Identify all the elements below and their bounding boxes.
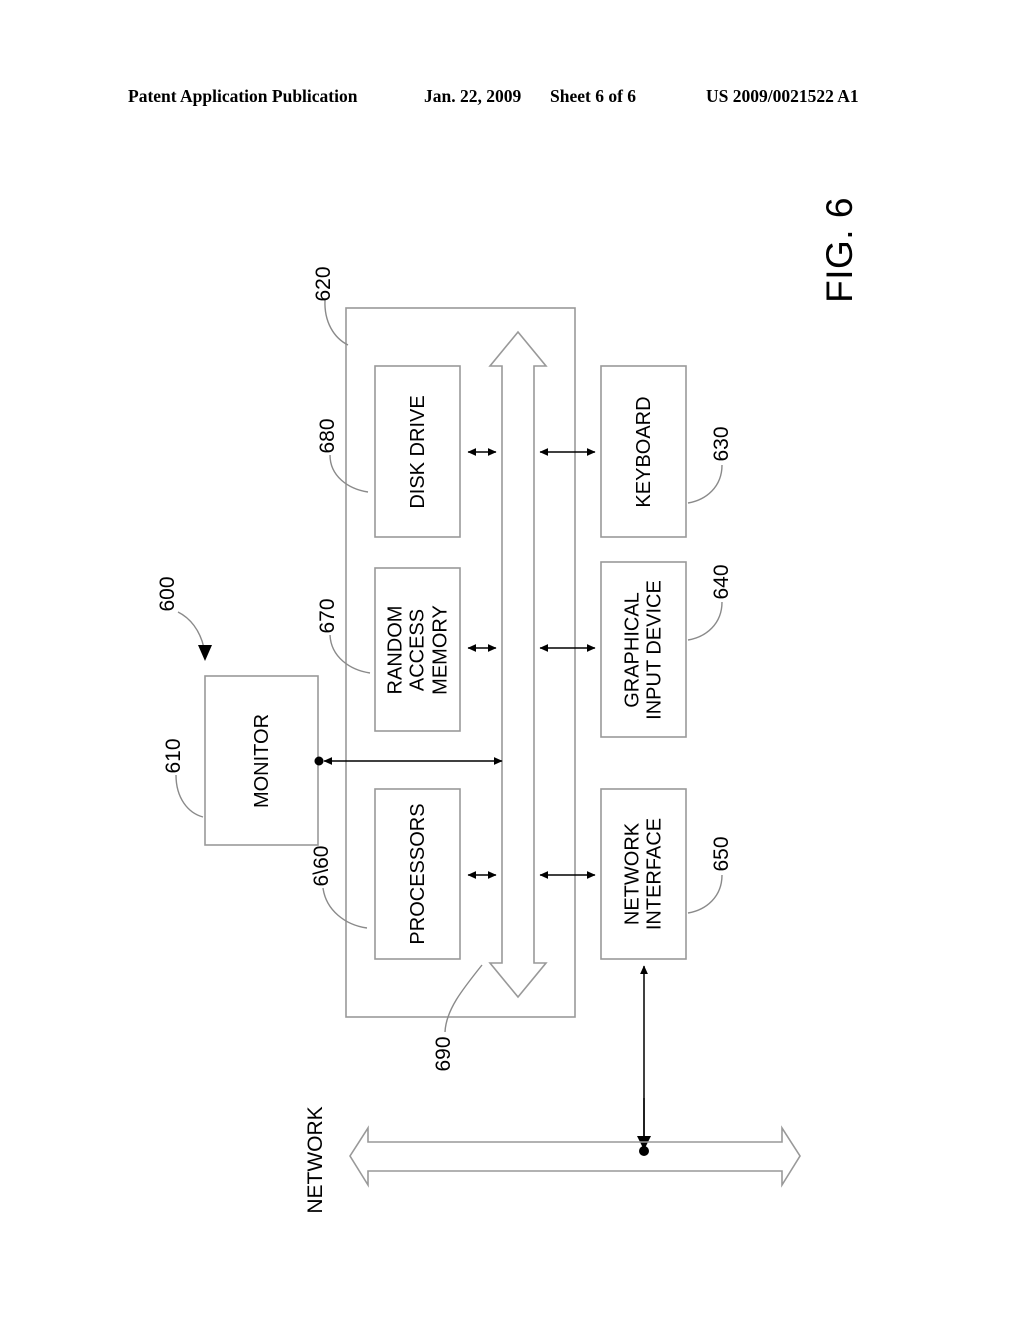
box-label-network-interface: NETWORK INTERFACE [621,817,666,931]
connector-network-arrowhead-down [637,1136,651,1150]
ref-numeral-680: 680 [316,418,340,454]
leader-600-arrowhead [198,645,212,661]
leader-690 [444,964,483,1033]
ref-numeral-660: 6\60 [310,845,334,887]
box-label-random-access-memory: RANDOM ACCESS MEMORY [383,604,451,695]
ref-numeral-650: 650 [710,836,734,872]
ref-numeral-640: 640 [710,564,734,600]
ref-numeral-610: 610 [162,738,186,774]
network-bus-arrow [349,1125,801,1188]
diagram-vector-layer [175,299,801,1188]
network-label: NETWORK [304,1106,328,1214]
box-label-processors: PROCESSORS [406,803,429,945]
ref-numeral-620: 620 [312,266,336,302]
box-label-disk-drive: DISK DRIVE [406,394,429,509]
ref-numeral-690: 690 [432,1036,456,1072]
ref-numeral-630: 630 [710,426,734,462]
leader-650 [687,874,723,914]
box-label-graphical-input-device: GRAPHICAL INPUT DEVICE [621,579,666,720]
system-bus-arrow [488,330,548,999]
ref-numeral-600: 600 [156,576,180,612]
leader-660 [322,887,368,929]
figure-block-diagram: DISK DRIVE RANDOM ACCESS MEMORY PROCESSORS… [0,0,1024,1320]
leader-630 [687,464,723,504]
box-label-monitor: MONITOR [250,713,273,808]
box-label-keyboard: KEYBOARD [632,395,655,508]
ref-numeral-670: 670 [316,598,340,634]
